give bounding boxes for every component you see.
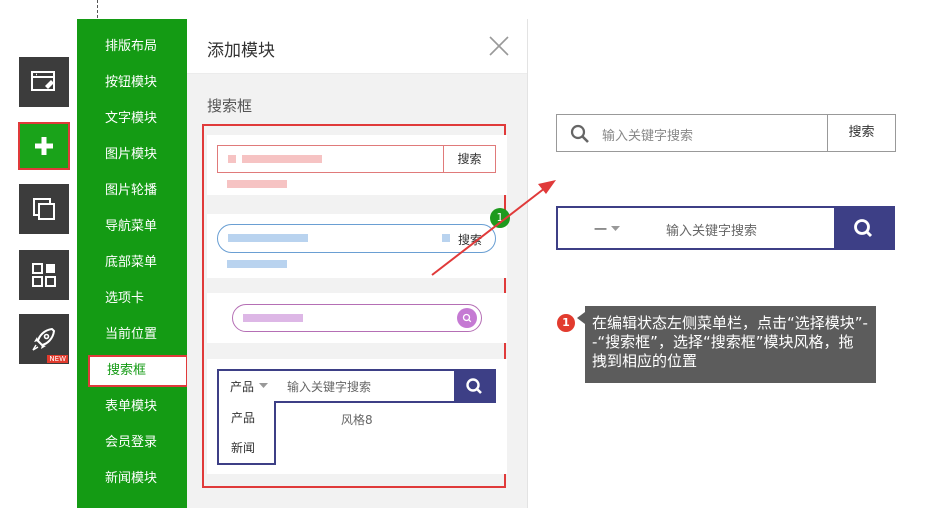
preview-search-style-2: 一 输入关键字搜索 bbox=[556, 206, 895, 250]
instruction-callout: 在编辑状态左侧菜单栏，点击“选择模块”--“搜索框”，选择“搜索框”模块风格，拖… bbox=[577, 306, 876, 383]
search-icon bbox=[570, 124, 589, 143]
search-button: 搜索 bbox=[827, 115, 895, 151]
chevron-down-icon bbox=[611, 226, 620, 231]
search-button bbox=[834, 208, 893, 248]
preview-search-style-1: 输入关键字搜索 搜索 bbox=[556, 114, 896, 152]
search-placeholder: 输入关键字搜索 bbox=[602, 129, 694, 144]
category-dropdown-label: 一 bbox=[594, 223, 608, 238]
search-placeholder: 输入关键字搜索 bbox=[666, 224, 758, 239]
step-badge: 1 bbox=[557, 314, 575, 332]
search-icon bbox=[854, 219, 873, 238]
drag-arrow bbox=[431, 180, 556, 276]
